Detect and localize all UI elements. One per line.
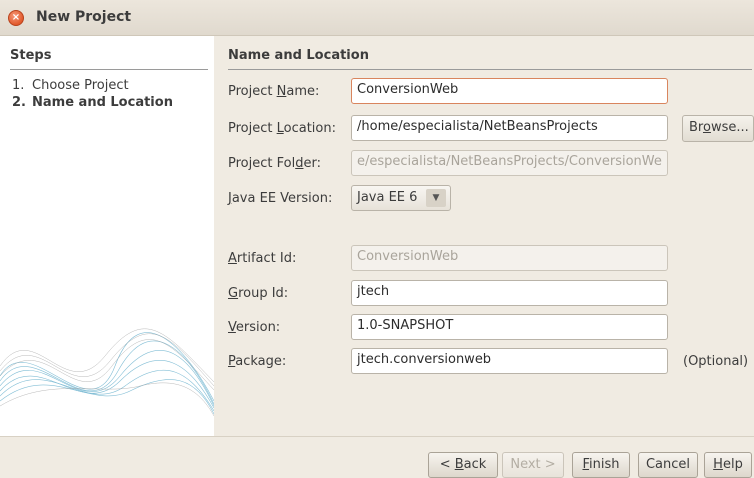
button-text: elp (722, 457, 743, 472)
label-text: Project (228, 84, 277, 99)
javaee-version-select[interactable]: Java EE 6 ▼ (351, 185, 451, 211)
label-text: roup Id: (238, 286, 289, 301)
package-label: Package: (228, 354, 286, 369)
javaee-version-label: Java EE Version: (228, 191, 332, 206)
button-mnemonic: H (713, 457, 723, 472)
package-input[interactable]: jtech.conversionweb (351, 348, 668, 374)
step-number: 2. (12, 95, 26, 110)
button-text: wse... (710, 120, 749, 135)
cancel-button[interactable]: Cancel (638, 452, 698, 478)
button-text: < (439, 457, 455, 472)
label-text: Project Fol (228, 156, 296, 171)
finish-button[interactable]: Finish (572, 452, 630, 478)
next-button: Next > (502, 452, 564, 478)
artifact-id-input: ConversionWeb (351, 245, 668, 271)
chevron-down-icon[interactable]: ▼ (426, 189, 446, 207)
label-text: rtifact Id: (236, 251, 297, 266)
button-bar-divider (0, 436, 754, 437)
label-text: ersion: (235, 320, 281, 335)
label-text: Project (228, 121, 277, 136)
step-number: 1. (12, 78, 25, 93)
group-id-input[interactable]: jtech (351, 280, 668, 306)
project-folder-input: e/especialista/NetBeansProjects/Conversi… (351, 150, 668, 176)
project-name-input[interactable]: ConversionWeb (351, 78, 668, 104)
version-input[interactable]: 1.0-SNAPSHOT (351, 314, 668, 340)
help-button[interactable]: Help (704, 452, 752, 478)
label-mnemonic: A (228, 251, 237, 266)
label-text: ame: (286, 84, 320, 99)
version-label: Version: (228, 320, 280, 335)
step-label: Name and Location (32, 95, 173, 110)
project-location-label: Project Location: (228, 121, 336, 136)
package-optional-hint: (Optional) (683, 354, 749, 369)
group-id-label: Group Id: (228, 286, 288, 301)
step-name-and-location: 2. Name and Location (12, 95, 173, 110)
button-text: ack (463, 457, 487, 472)
label-mnemonic: N (276, 84, 287, 99)
project-location-input[interactable]: /home/especialista/NetBeansProjects (351, 115, 668, 141)
button-text: Br (689, 120, 703, 135)
step-label: Choose Project (32, 78, 129, 93)
project-folder-label: Project Folder: (228, 156, 321, 171)
browse-button[interactable]: Browse... (682, 115, 754, 142)
panel-title: Name and Location (228, 48, 369, 63)
back-button[interactable]: < Back (428, 452, 498, 478)
artifact-id-label: Artifact Id: (228, 251, 296, 266)
label-text: ocation: (283, 121, 336, 136)
label-mnemonic: G (228, 286, 239, 301)
label-text: ackage: (235, 354, 287, 369)
title-bar: × New Project (0, 0, 754, 36)
button-mnemonic: B (454, 457, 464, 472)
new-project-dialog: × New Project Steps 1. Choose Project 2. N… (0, 0, 754, 478)
button-text: inish (589, 457, 620, 472)
netbeans-wave-graphic (0, 328, 214, 417)
javaee-version-value: Java EE 6 (357, 190, 418, 205)
button-mnemonic: o (702, 120, 711, 135)
label-text: er: (303, 156, 321, 171)
steps-divider (10, 69, 208, 70)
label-text: ava EE Version: (231, 191, 333, 206)
steps-panel: Steps 1. Choose Project 2. Name and Locati… (0, 36, 214, 436)
label-mnemonic: L (276, 121, 284, 136)
window-title: New Project (36, 9, 132, 25)
step-choose-project: 1. Choose Project (12, 78, 129, 93)
steps-title: Steps (10, 48, 52, 63)
label-mnemonic: V (228, 320, 236, 335)
close-icon[interactable]: × (8, 10, 24, 26)
panel-divider (228, 69, 752, 70)
project-name-label: Project Name: (228, 84, 319, 99)
